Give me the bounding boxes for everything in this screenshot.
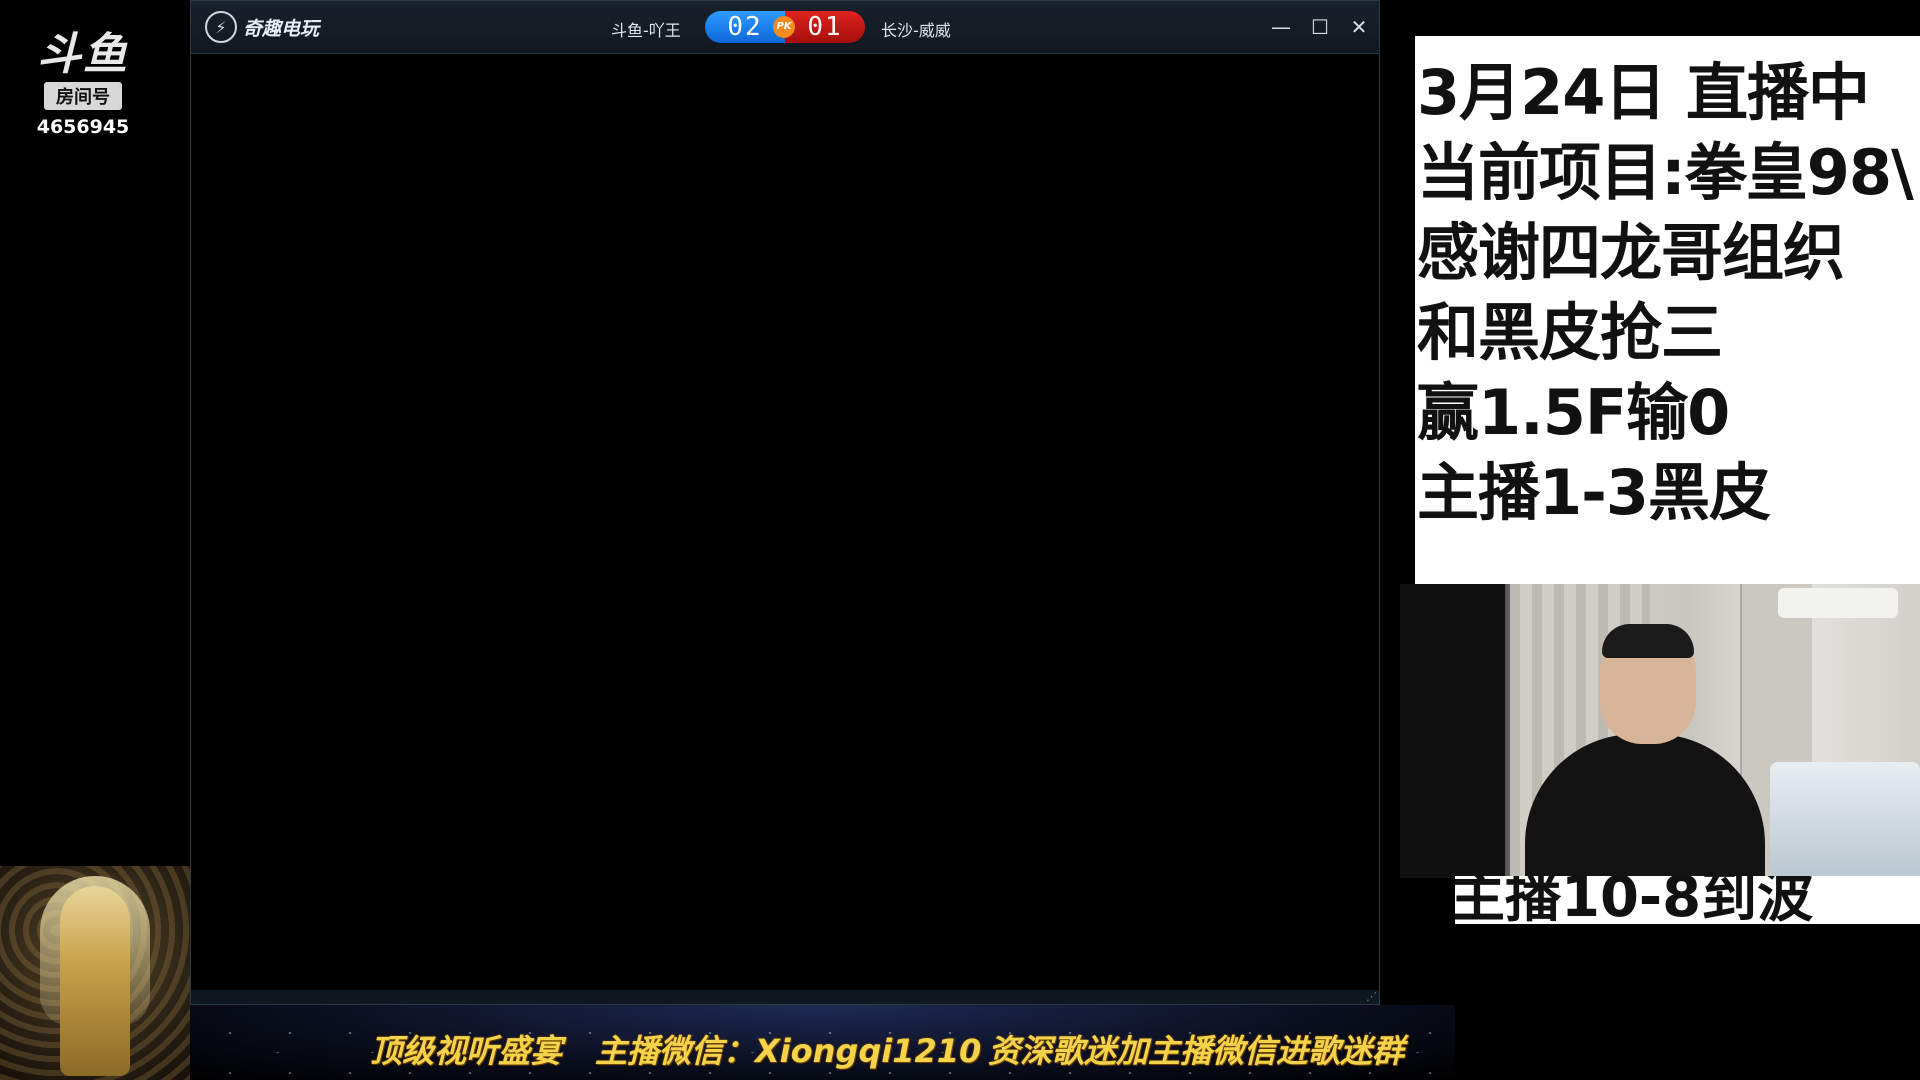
pk-badge-icon: PK bbox=[773, 16, 795, 38]
player-left-name: 斗鱼-吖王 bbox=[611, 21, 681, 40]
app-name: 奇趣电玩 bbox=[243, 17, 320, 40]
window-titlebar[interactable]: ⚡ 奇趣电玩 斗鱼-吖王 02 01 PK 长沙-威威 — ☐ ✕ bbox=[191, 1, 1379, 54]
game-viewport[interactable] bbox=[191, 54, 1379, 990]
maximize-button[interactable]: ☐ bbox=[1306, 13, 1334, 41]
minimize-button[interactable]: — bbox=[1267, 13, 1295, 41]
banner-text-wechat: 主播微信：Xiongqi1210 bbox=[595, 1032, 982, 1070]
info-line-current-project: 当前项目:拳皇98\ bbox=[1417, 136, 1914, 209]
player-right-name: 长沙-威威 bbox=[881, 21, 951, 40]
stream-info-panel: 3月24日 直播中 当前项目:拳皇98\ 感谢四龙哥组织 和黑皮抢三 赢1.5F… bbox=[1415, 36, 1920, 584]
room-tag: 房间号 bbox=[44, 82, 122, 110]
douyu-logo: 斗鱼 bbox=[37, 29, 129, 80]
info-line-stakes: 赢1.5F输0 bbox=[1417, 376, 1730, 449]
webcam-feed bbox=[1400, 584, 1920, 878]
score-right: 01 bbox=[785, 11, 865, 43]
douyu-room-badge: 斗鱼 房间号 4656945 bbox=[28, 29, 138, 139]
anime-character-art bbox=[0, 866, 190, 1080]
banner-text-slogan: 顶级视听盛宴 bbox=[370, 1032, 563, 1070]
bottom-banner: 顶级视听盛宴 主播微信：Xiongqi1210 资深歌迷加主播微信进歌迷群 bbox=[190, 1005, 1455, 1080]
info-line-match: 和黑皮抢三 bbox=[1417, 296, 1723, 369]
app-logo: ⚡ 奇趣电玩 bbox=[205, 11, 319, 43]
info-line-thanks: 感谢四龙哥组织 bbox=[1417, 216, 1845, 289]
info-line-score: 主播1-3黑皮 bbox=[1417, 456, 1771, 529]
streamer-hair bbox=[1602, 624, 1694, 658]
room-number: 4656945 bbox=[36, 116, 130, 138]
webcam-air-conditioner bbox=[1778, 588, 1898, 618]
webcam-shadow bbox=[1400, 584, 1505, 878]
app-logo-icon: ⚡ bbox=[205, 11, 237, 43]
banner-text-fan-group: 资深歌迷加主播微信进歌迷群 bbox=[988, 1032, 1405, 1070]
game-window: ⚡ 奇趣电玩 斗鱼-吖王 02 01 PK 长沙-威威 — ☐ ✕ ⋰ bbox=[190, 0, 1380, 1005]
info-line-date: 3月24日 直播中 bbox=[1417, 56, 1870, 129]
art-character-armor bbox=[60, 886, 130, 1076]
resize-grip-icon[interactable]: ⋰ bbox=[1366, 991, 1377, 1003]
pk-scoreboard: 02 01 PK bbox=[705, 11, 865, 43]
close-button[interactable]: ✕ bbox=[1345, 13, 1373, 41]
info-line-partial: 主播10-8到波 bbox=[1455, 876, 1920, 924]
window-statusbar: ⋰ bbox=[191, 990, 1379, 1004]
webcam-bed bbox=[1770, 762, 1920, 878]
info-line-partial-text: 主播10-8到波 bbox=[1455, 876, 1814, 924]
